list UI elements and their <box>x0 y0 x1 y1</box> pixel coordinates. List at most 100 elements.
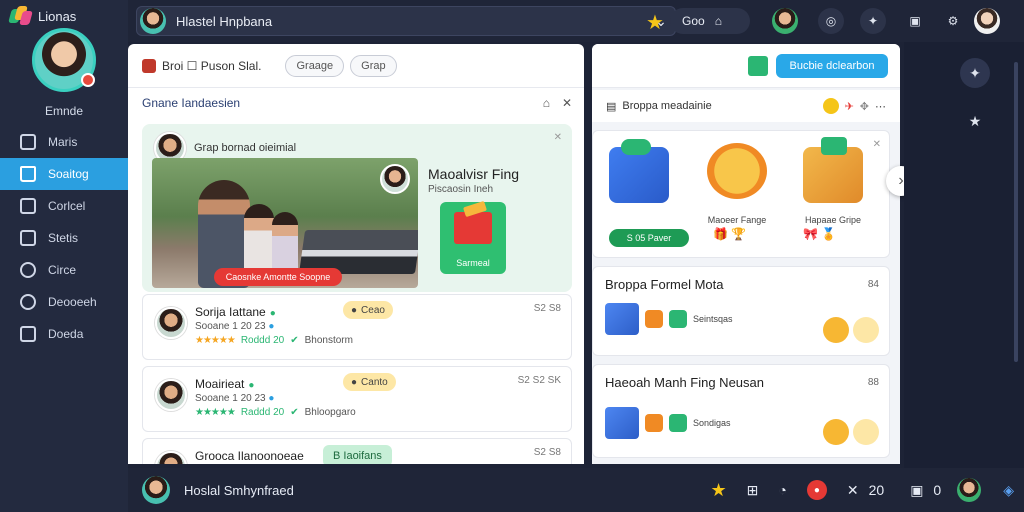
star-rating-icon: ★★★★★ <box>195 335 236 346</box>
verified-icon: ● <box>269 308 276 319</box>
panel-header: Broi ☐ Puson Slal. Graage Grap <box>128 44 584 88</box>
action-buttons[interactable] <box>823 419 879 445</box>
tag-chip[interactable]: ● Ceao <box>343 301 393 319</box>
gift-price-button[interactable]: S 05 Paver <box>609 229 689 247</box>
sidebar-item-doeda[interactable]: Doeda <box>0 318 128 350</box>
home-icon <box>20 166 36 182</box>
post-rating: ★★★★★ Raddd 20 ✔ Bhloopgaro <box>195 407 356 418</box>
cart-pill-button[interactable]: Goo ⌂ <box>670 8 750 34</box>
globe-icon[interactable]: ◎ <box>818 8 844 34</box>
tag-chip[interactable]: ● Canto <box>343 373 396 391</box>
list-icon <box>20 326 36 342</box>
sidebar-item-corlcel[interactable]: Corlcel <box>0 190 128 222</box>
avatar[interactable] <box>772 8 798 34</box>
calendar-icon <box>20 230 36 246</box>
gift-section[interactable]: Haeoah Manh Fing Neusan 88 Sondigas <box>592 364 890 458</box>
settings-icon <box>20 294 36 310</box>
gift-icon[interactable] <box>748 56 768 76</box>
gift-item[interactable]: Maoeer Fange <box>707 143 767 225</box>
profile-avatar[interactable] <box>32 28 96 92</box>
sidebar-item-circe[interactable]: Circe <box>0 254 128 286</box>
avatar[interactable] <box>974 8 1000 34</box>
star-icon[interactable]: ★ <box>646 10 664 35</box>
gear-icon[interactable]: ⚙ <box>940 8 966 34</box>
filter-chip[interactable]: Grap <box>350 54 397 77</box>
emoji-icon[interactable] <box>822 98 839 114</box>
list-item[interactable]: Sorija Iattane ● Sooane 1 20 23 ● ★★★★★ R… <box>142 294 572 360</box>
sidebar-item-label: Maris <box>48 135 78 149</box>
avatar <box>155 307 187 339</box>
gift-item[interactable]: Hapaae Gripe <box>803 137 863 225</box>
star-icon[interactable]: ★ <box>960 106 990 136</box>
gift-icon[interactable]: ⊞ <box>747 482 759 499</box>
gifts-panel: Bucbie dclearbon ▤ Broppa meadainie ✈ ✥ … <box>592 44 900 464</box>
more-icon[interactable]: ⋯ <box>875 100 886 113</box>
overlay-label[interactable]: Caosnke Amontte Soopne <box>214 268 342 286</box>
avatar[interactable] <box>142 476 170 504</box>
play-icon <box>853 419 879 445</box>
cart-icon: ⌂ <box>714 14 722 28</box>
right-rail: ✦ ★ <box>904 42 1024 468</box>
record-icon[interactable]: ● <box>806 480 827 500</box>
grid-icon[interactable]: ◈ <box>1003 482 1014 499</box>
brand-logo-icon <box>8 6 33 26</box>
clock-icon[interactable]: ◔ <box>778 482 786 498</box>
panel-subheader: Gnane Iandaesien ⌂ ✕ <box>128 88 584 118</box>
sidebar-item-maris[interactable]: Maris <box>0 126 128 158</box>
close-icon[interactable]: ✕ <box>562 96 572 110</box>
sidebar-item-label: Doeda <box>48 327 84 341</box>
sidebar-item-deooeeh[interactable]: Deooeeh <box>0 286 128 318</box>
panel-header: Bucbie dclearbon <box>592 44 900 88</box>
compass-icon[interactable]: ✦ <box>860 8 886 34</box>
scrollbar[interactable] <box>1012 42 1020 462</box>
panel-subtitle: Gnane Iandaesien <box>142 96 241 110</box>
post-author: Sorija Iattane ● <box>195 305 276 319</box>
featured-card[interactable]: Grap bornad oieimial ✕ Caosnke Amontte S… <box>142 124 572 292</box>
sidebar-item-stetis[interactable]: Stetis <box>0 222 128 254</box>
status-badge[interactable]: B Iaoifans <box>323 445 392 464</box>
gift-label: Hapaae Gripe <box>804 215 862 225</box>
gift-icon <box>645 414 663 432</box>
list-item[interactable]: Moairieat ● Sooane 1 20 23 ● ★★★★★ Raddd … <box>142 366 572 432</box>
close-icon[interactable]: ✕ <box>873 139 881 150</box>
rocket-icon[interactable]: ✈ <box>845 100 854 113</box>
verified-icon: ● <box>248 380 255 391</box>
gift-icon <box>645 310 663 328</box>
post-time: S2 S8 <box>533 447 561 458</box>
list-item[interactable]: Grooca Ilanoonoeae B Iaoifans S2 S8 <box>142 438 572 464</box>
post-rating: ★★★★★ Roddd 20 ✔ Bhonstorm <box>195 335 353 346</box>
gift-section[interactable]: Broppa Formel Mota 84 Seintsqas <box>592 266 890 356</box>
filter-chip[interactable]: Graage <box>285 54 345 77</box>
screen-icon[interactable]: ▣ <box>910 482 923 499</box>
post-subtitle: Sooane 1 20 23 ● <box>195 393 275 404</box>
search-input[interactable]: Hlastel Hnpbana <box>176 14 647 29</box>
star-icon[interactable]: ★ <box>711 480 727 501</box>
gift-box-icon <box>609 139 669 203</box>
sidebar-nav: Maris Soaitog Corlcel Stetis Circe Deooe… <box>0 126 128 350</box>
gift-icon <box>669 310 687 328</box>
search-bar[interactable]: Hlastel Hnpbana ⌄ <box>136 6 676 36</box>
feed-panel: Broi ☐ Puson Slal. Graage Grap Gnane Ian… <box>128 44 584 464</box>
compass-icon[interactable]: ✦ <box>960 58 990 88</box>
notification-badge-icon <box>81 73 95 87</box>
action-buttons[interactable] <box>823 317 879 343</box>
primary-button[interactable]: Bucbie dclearbon <box>776 54 888 78</box>
medal-icon <box>707 143 767 199</box>
globe-icon <box>20 262 36 278</box>
bookmark-icon[interactable]: ▣ <box>902 8 928 34</box>
tools-icon[interactable]: ✕ <box>847 482 859 499</box>
expand-icon[interactable]: ✥ <box>860 100 869 113</box>
sidebar-item-soaitog[interactable]: Soaitog <box>0 158 128 190</box>
icon-cluster: Sondigas <box>605 407 731 439</box>
sidebar-item-label: Deooeeh <box>48 295 97 309</box>
avatar[interactable] <box>957 478 982 502</box>
panel-subheader: ▤ Broppa meadainie ✈ ✥ ⋯ <box>592 90 900 122</box>
sidebar-item-label: Corlcel <box>48 199 86 213</box>
close-icon[interactable]: ✕ <box>554 132 562 143</box>
gift-card[interactable]: Sarmeal <box>440 202 506 274</box>
gift-carousel: S 05 Paver Maoeer Fange Hapaae Gripe 🎁 🏆… <box>592 130 890 258</box>
home-icon[interactable]: ⌂ <box>543 96 550 110</box>
gift-item[interactable] <box>609 139 669 203</box>
featured-photo[interactable]: Caosnke Amontte Soopne <box>152 158 418 288</box>
brand[interactable]: Lionas <box>8 6 76 26</box>
